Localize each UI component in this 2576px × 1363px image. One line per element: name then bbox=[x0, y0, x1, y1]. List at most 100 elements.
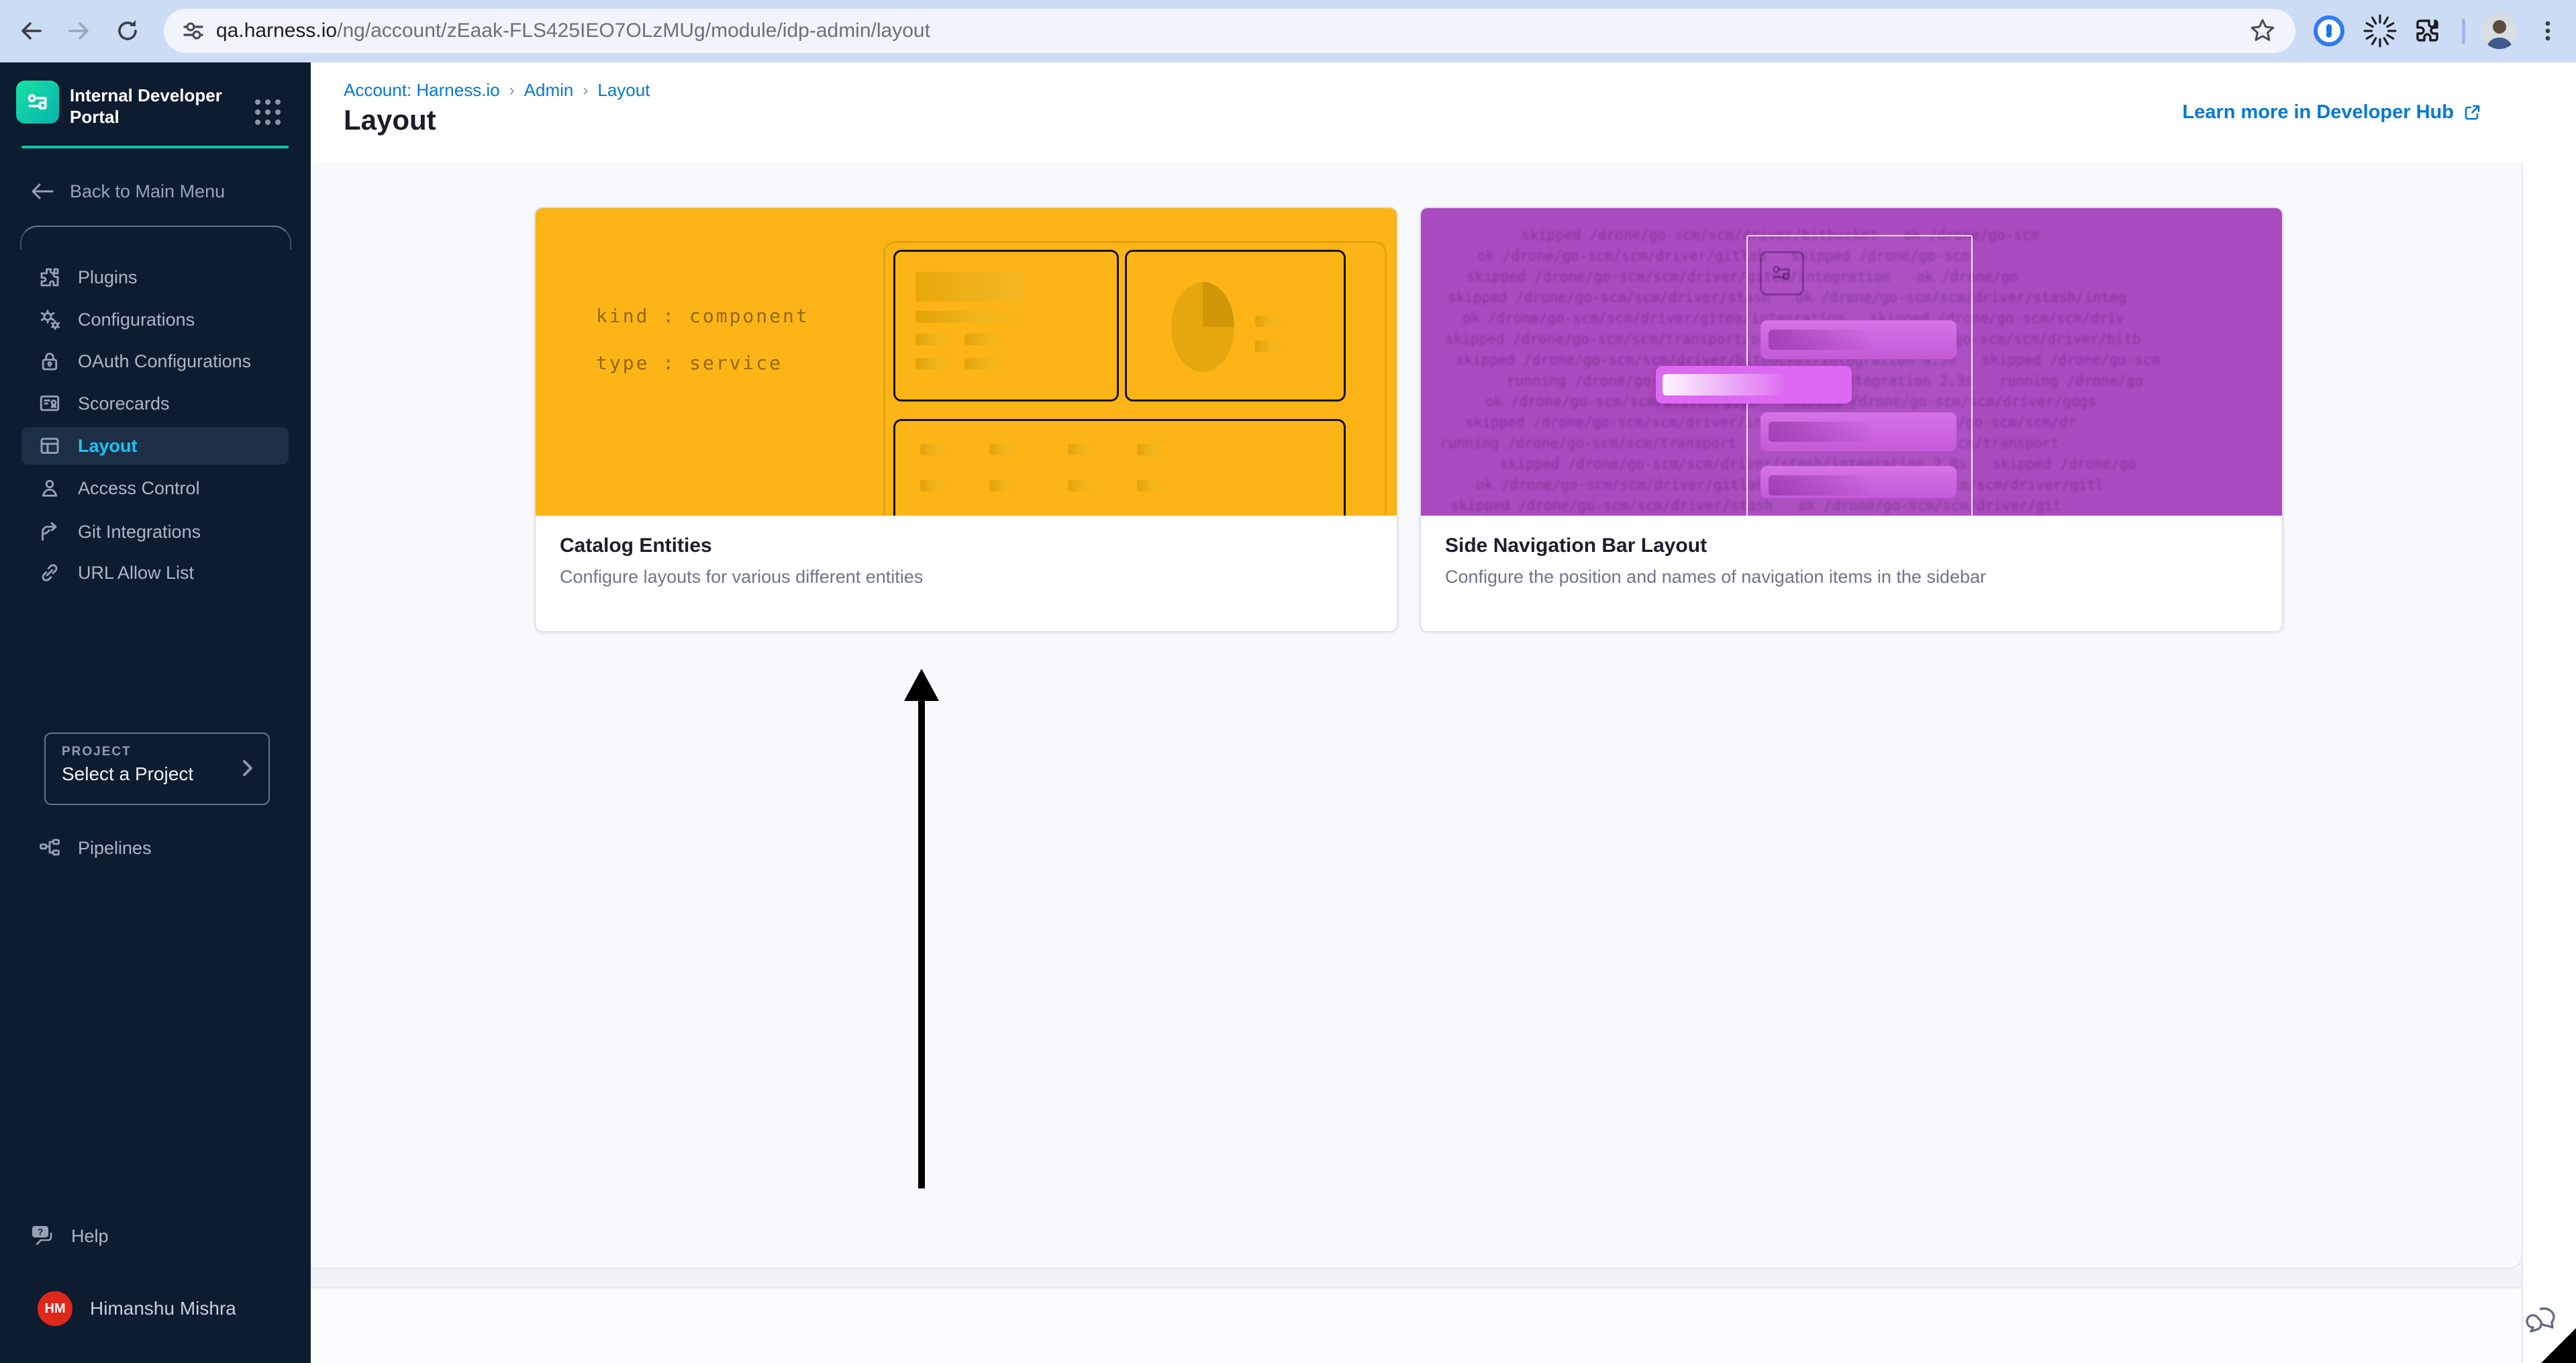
url-text: qa.harness.io/ng/account/zEaak-FLS425IEO… bbox=[216, 19, 930, 42]
layout-icon bbox=[21, 434, 78, 458]
url-path: /ng/account/zEaak-FLS425IEO7OLzMUg/modul… bbox=[337, 19, 930, 42]
project-label: PROJECT bbox=[62, 745, 132, 759]
card-catalog-entities[interactable]: kind : component type : service Catalog … bbox=[534, 207, 1398, 632]
person-icon bbox=[21, 476, 78, 500]
content-bottom-band bbox=[311, 1269, 2522, 1288]
sidebar-item-label: Git Integrations bbox=[78, 521, 201, 542]
forward-icon bbox=[68, 22, 89, 40]
card-description: Configure the position and names of navi… bbox=[1445, 567, 1986, 587]
breadcrumb-separator: › bbox=[583, 81, 589, 99]
puzzle-icon bbox=[21, 265, 78, 289]
extension-spinner-icon[interactable] bbox=[2361, 12, 2399, 50]
sidebar-item-label: OAuth Configurations bbox=[78, 350, 252, 371]
breadcrumb-admin-link[interactable]: Admin bbox=[524, 80, 574, 101]
external-link-icon bbox=[2465, 105, 2480, 120]
sidebar-item-label: Access Control bbox=[78, 477, 200, 498]
mini-nav-item bbox=[1761, 412, 1956, 451]
project-value: Select a Project bbox=[62, 763, 194, 784]
preview-kind-text: kind : component bbox=[596, 305, 809, 327]
content-area: kind : component type : service Catalog … bbox=[311, 162, 2523, 1269]
sidebar-item-layout[interactable]: Layout bbox=[21, 427, 289, 465]
card-footer: Side Navigation Bar Layout Configure the… bbox=[1421, 516, 2282, 606]
browser-toolbar: qa.harness.io/ng/account/zEaak-FLS425IEO… bbox=[0, 0, 2576, 62]
mini-nav-item bbox=[1761, 320, 1956, 359]
sidebar-item-label: Plugins bbox=[78, 267, 138, 287]
sidebar-item-pipelines[interactable]: Pipelines bbox=[21, 829, 289, 867]
card-title: Side Navigation Bar Layout bbox=[1445, 534, 1707, 557]
card-side-navigation-layout[interactable]: skipped /drone/go-scm/scm/driver/bitbuck… bbox=[1420, 207, 2283, 632]
browser-profile-avatar[interactable] bbox=[2481, 13, 2518, 49]
sidebar-item-label: Layout bbox=[78, 435, 138, 456]
project-selector[interactable]: PROJECT Select a Project bbox=[44, 733, 270, 805]
back-arrow-icon bbox=[32, 183, 54, 199]
breadcrumb-separator: › bbox=[509, 81, 515, 99]
apps-grid-icon[interactable] bbox=[248, 93, 287, 132]
sidebar-item-label: Pipelines bbox=[78, 837, 152, 858]
lock-icon bbox=[21, 349, 78, 373]
browser-back-button[interactable] bbox=[12, 12, 50, 50]
breadcrumb-account-link[interactable]: Account: Harness.io bbox=[344, 80, 500, 101]
breadcrumb: Account: Harness.io › Admin › Layout bbox=[344, 80, 650, 101]
idp-logo[interactable] bbox=[16, 81, 59, 124]
url-host: qa.harness.io bbox=[216, 19, 338, 42]
sidebar-item-git-integrations[interactable]: Git Integrations bbox=[21, 513, 289, 551]
toolbar-separator bbox=[2462, 19, 2465, 44]
learn-more-label: Learn more in Developer Hub bbox=[2182, 101, 2455, 123]
page-footer-area bbox=[311, 1288, 2522, 1363]
reload-icon bbox=[118, 20, 137, 40]
wireframe-chart-box bbox=[1125, 250, 1346, 402]
mini-logo-outline bbox=[1760, 251, 1804, 295]
card-title: Catalog Entities bbox=[560, 534, 712, 557]
git-branch-icon bbox=[21, 520, 78, 544]
annotation-arrow-up bbox=[904, 669, 939, 1188]
mouse-cursor bbox=[2541, 1328, 2576, 1363]
breadcrumb-current[interactable]: Layout bbox=[597, 80, 650, 101]
preview-type-text: type : service bbox=[596, 352, 783, 374]
site-settings-icon[interactable] bbox=[180, 17, 207, 44]
app-sidebar: Internal Developer Portal Back to Main M… bbox=[0, 62, 311, 1363]
wireframe-table-box bbox=[893, 419, 1346, 516]
address-bar[interactable]: qa.harness.io/ng/account/zEaak-FLS425IEO… bbox=[164, 9, 2295, 53]
right-side-strip bbox=[2522, 162, 2576, 1363]
link-icon bbox=[21, 561, 78, 585]
page-title: Layout bbox=[344, 104, 436, 136]
chevron-right-icon bbox=[238, 757, 258, 780]
sidebar-item-scorecards[interactable]: Scorecards bbox=[21, 385, 289, 422]
catalog-entities-preview: kind : component type : service bbox=[536, 208, 1397, 516]
gears-icon bbox=[21, 308, 78, 332]
app-title: Internal Developer Portal bbox=[70, 85, 222, 127]
learn-more-link[interactable]: Learn more in Developer Hub bbox=[2183, 101, 2483, 124]
pipelines-icon bbox=[21, 836, 78, 860]
sidebar-item-access-control[interactable]: Access Control bbox=[21, 469, 289, 507]
help-label: Help bbox=[71, 1225, 109, 1246]
svg-text:?: ? bbox=[38, 1227, 44, 1237]
sidebar-item-oauth-configurations[interactable]: OAuth Configurations bbox=[21, 342, 289, 380]
user-menu[interactable]: HM Himanshu Mishra bbox=[38, 1291, 236, 1326]
back-label: Back to Main Menu bbox=[70, 181, 226, 201]
card-footer: Catalog Entities Configure layouts for v… bbox=[536, 516, 1397, 606]
help-button[interactable]: ? Help bbox=[30, 1223, 109, 1250]
scorecard-icon bbox=[21, 391, 78, 416]
sidebar-item-plugins[interactable]: Plugins bbox=[21, 258, 289, 296]
browser-forward-button[interactable] bbox=[60, 12, 98, 50]
extension-1password-icon[interactable] bbox=[2310, 12, 2348, 50]
sidebar-accent-divider bbox=[21, 146, 289, 148]
back-to-main-menu[interactable]: Back to Main Menu bbox=[30, 181, 225, 202]
sidebar-item-configurations[interactable]: Configurations bbox=[21, 301, 289, 338]
back-icon bbox=[21, 22, 42, 40]
sidebar-item-url-allow-list[interactable]: URL Allow List bbox=[21, 554, 289, 592]
help-chat-icon: ? bbox=[32, 1226, 52, 1246]
sidebar-menu-divider bbox=[20, 226, 291, 250]
page-header: Account: Harness.io › Admin › Layout Lay… bbox=[311, 62, 2576, 164]
extensions-puzzle-icon[interactable] bbox=[2410, 12, 2447, 50]
card-description: Configure layouts for various different … bbox=[560, 567, 924, 587]
side-nav-preview: skipped /drone/go-scm/scm/driver/bitbuck… bbox=[1421, 208, 2282, 516]
browser-menu-icon[interactable] bbox=[2529, 12, 2567, 50]
wireframe-info-box bbox=[893, 250, 1119, 402]
browser-reload-button[interactable] bbox=[109, 12, 146, 50]
sidebar-item-label: Scorecards bbox=[78, 393, 170, 414]
mini-nav-item-dragging bbox=[1656, 366, 1852, 404]
bookmark-star-icon[interactable] bbox=[2248, 17, 2277, 45]
user-name: Himanshu Mishra bbox=[90, 1298, 236, 1319]
mini-nav-item bbox=[1761, 466, 1956, 498]
